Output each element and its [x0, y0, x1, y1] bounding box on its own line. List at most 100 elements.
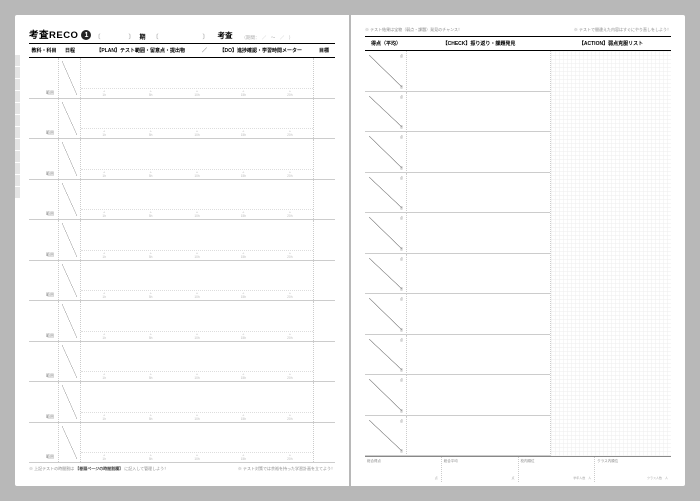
study-hour-meter[interactable]: 1h5h10h15h20h: [81, 413, 313, 422]
plan-do-cell[interactable]: 1h5h10h15h20h: [81, 99, 313, 139]
date-cell[interactable]: [59, 342, 81, 382]
study-hour-meter[interactable]: 1h5h10h15h20h: [81, 170, 313, 179]
plan-area[interactable]: [81, 220, 313, 251]
goal-cell[interactable]: [313, 180, 335, 220]
study-hour-meter[interactable]: 1h5h10h15h20h: [81, 372, 313, 381]
study-hour-meter[interactable]: 1h5h10h15h20h: [81, 291, 313, 300]
check-cell[interactable]: [407, 213, 550, 254]
score-cell[interactable]: 点点: [365, 254, 407, 295]
check-cell[interactable]: [407, 92, 550, 133]
date-cell[interactable]: [59, 261, 81, 301]
plan-do-cell[interactable]: 1h5h10h15h20h: [81, 220, 313, 260]
subject-cell[interactable]: 範囲: [29, 382, 59, 422]
plan-area[interactable]: [81, 261, 313, 292]
goal-cell[interactable]: [313, 261, 335, 301]
subject-cell[interactable]: 範囲: [29, 220, 59, 260]
score-cell[interactable]: 点点: [365, 335, 407, 376]
study-hour-meter[interactable]: 1h5h10h15h20h: [81, 251, 313, 260]
subject-cell[interactable]: 範囲: [29, 301, 59, 341]
goal-cell[interactable]: [313, 342, 335, 382]
plan-do-cell[interactable]: 1h5h10h15h20h: [81, 139, 313, 179]
col-plan: 【PLAN】テスト範囲・留意点・提出物: [81, 47, 200, 54]
goal-cell[interactable]: [313, 220, 335, 260]
check-cell[interactable]: [407, 173, 550, 214]
subject-cell[interactable]: 範囲: [29, 261, 59, 301]
tab: [15, 151, 20, 162]
plan-do-cell[interactable]: 1h5h10h15h20h: [81, 423, 313, 463]
subject-rows: 範囲 1h5h10h15h20h 範囲 1h5h10h15h20h 範囲 1h5h10h1…: [29, 58, 335, 463]
subject-row[interactable]: 範囲 1h5h10h15h20h: [29, 342, 335, 383]
plan-do-cell[interactable]: 1h5h10h15h20h: [81, 58, 313, 98]
check-cell[interactable]: [407, 132, 550, 173]
subject-row[interactable]: 範囲 1h5h10h15h20h: [29, 99, 335, 140]
check-cell[interactable]: [407, 416, 550, 457]
subject-cell[interactable]: 範囲: [29, 139, 59, 179]
goal-cell[interactable]: [313, 423, 335, 463]
check-cell[interactable]: [407, 375, 550, 416]
subject-row[interactable]: 範囲 1h5h10h15h20h: [29, 423, 335, 464]
score-cell[interactable]: 点点: [365, 213, 407, 254]
score-cell[interactable]: 点点: [365, 416, 407, 457]
goal-cell[interactable]: [313, 58, 335, 98]
score-cell[interactable]: 点点: [365, 51, 407, 92]
date-cell[interactable]: [59, 382, 81, 422]
goal-cell[interactable]: [313, 382, 335, 422]
date-cell[interactable]: [59, 139, 81, 179]
subject-row[interactable]: 範囲 1h5h10h15h20h: [29, 261, 335, 302]
action-column-grid[interactable]: [551, 51, 671, 456]
subject-row[interactable]: 範囲 1h5h10h15h20h: [29, 58, 335, 99]
subject-cell[interactable]: 範囲: [29, 58, 59, 98]
plan-area[interactable]: [81, 58, 313, 89]
study-hour-meter[interactable]: 1h5h10h15h20h: [81, 332, 313, 341]
subject-row[interactable]: 範囲 1h5h10h15h20h: [29, 139, 335, 180]
plan-area[interactable]: [81, 342, 313, 373]
score-cell[interactable]: 点点: [365, 92, 407, 133]
date-cell[interactable]: [59, 301, 81, 341]
subject-row[interactable]: 範囲 1h5h10h15h20h: [29, 301, 335, 342]
score-cell[interactable]: 点点: [365, 173, 407, 214]
subject-cell[interactable]: 範囲: [29, 342, 59, 382]
study-hour-meter[interactable]: 1h5h10h15h20h: [81, 453, 313, 462]
score-cell[interactable]: 点点: [365, 294, 407, 335]
subject-cell[interactable]: 範囲: [29, 423, 59, 463]
date-cell[interactable]: [59, 180, 81, 220]
summary-cell[interactable]: 総合得点点: [365, 457, 442, 482]
check-cell[interactable]: [407, 51, 550, 92]
subject-cell[interactable]: 範囲: [29, 180, 59, 220]
subject-row[interactable]: 範囲 1h5h10h15h20h: [29, 382, 335, 423]
check-cell[interactable]: [407, 335, 550, 376]
goal-cell[interactable]: [313, 301, 335, 341]
check-cell[interactable]: [407, 294, 550, 335]
plan-do-cell[interactable]: 1h5h10h15h20h: [81, 342, 313, 382]
check-cell[interactable]: [407, 254, 550, 295]
plan-do-cell[interactable]: 1h5h10h15h20h: [81, 382, 313, 422]
study-hour-meter[interactable]: 1h5h10h15h20h: [81, 129, 313, 138]
plan-area[interactable]: [81, 99, 313, 130]
plan-area[interactable]: [81, 139, 313, 170]
date-cell[interactable]: [59, 423, 81, 463]
score-cell[interactable]: 点点: [365, 375, 407, 416]
date-cell[interactable]: [59, 58, 81, 98]
plan-area[interactable]: [81, 301, 313, 332]
goal-cell[interactable]: [313, 99, 335, 139]
plan-area[interactable]: [81, 423, 313, 454]
date-cell[interactable]: [59, 220, 81, 260]
plan-do-cell[interactable]: 1h5h10h15h20h: [81, 261, 313, 301]
summary-cell[interactable]: クラス内順位クラス人数 人: [595, 457, 671, 482]
date-cell[interactable]: [59, 99, 81, 139]
meter-tick: 5h: [127, 414, 173, 421]
plan-area[interactable]: [81, 382, 313, 413]
summary-cell[interactable]: 校内順位学年人数 人: [519, 457, 596, 482]
subject-cell[interactable]: 範囲: [29, 99, 59, 139]
subject-row[interactable]: 範囲 1h5h10h15h20h: [29, 180, 335, 221]
study-hour-meter[interactable]: 1h5h10h15h20h: [81, 89, 313, 98]
plan-do-cell[interactable]: 1h5h10h15h20h: [81, 180, 313, 220]
score-cell[interactable]: 点点: [365, 132, 407, 173]
summary-cell[interactable]: 総合平均点: [442, 457, 519, 482]
plan-do-cell[interactable]: 1h5h10h15h20h: [81, 301, 313, 341]
diagonal-divider: [62, 142, 77, 176]
subject-row[interactable]: 範囲 1h5h10h15h20h: [29, 220, 335, 261]
plan-area[interactable]: [81, 180, 313, 211]
goal-cell[interactable]: [313, 139, 335, 179]
study-hour-meter[interactable]: 1h5h10h15h20h: [81, 210, 313, 219]
